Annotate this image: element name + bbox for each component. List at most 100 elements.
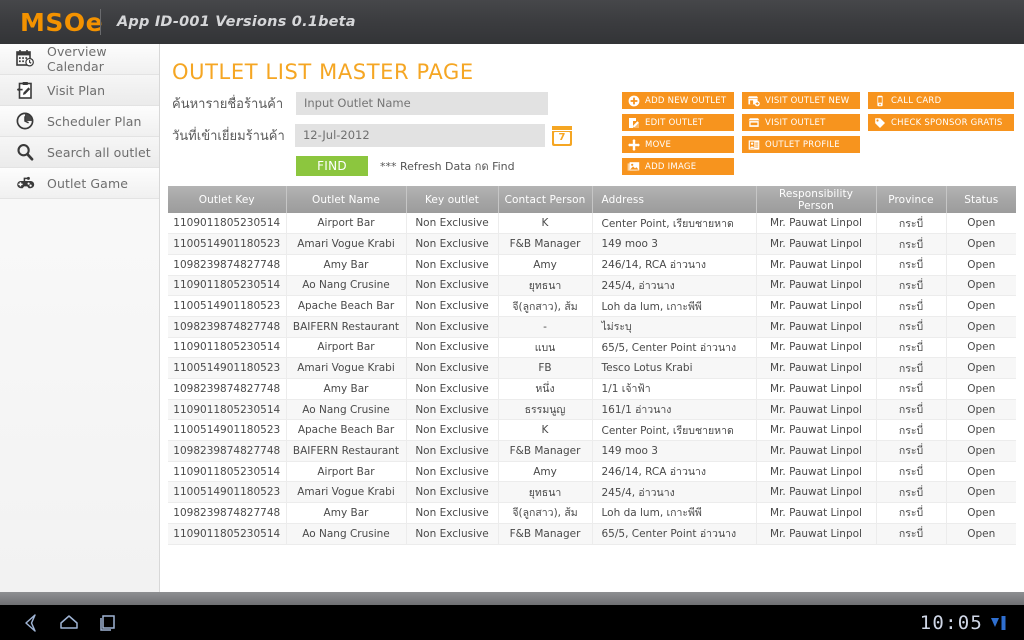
add-image-button[interactable]: ADD IMAGE xyxy=(622,158,734,175)
table-cell: จี(ลูกสาว), ส้ม xyxy=(498,502,593,524)
outlet-name-label: ค้นหารายชื่อร้านค้า xyxy=(172,97,284,112)
table-row[interactable]: 1100514901180523 Amari Vogue Krabi Non Exc… xyxy=(168,357,1016,379)
sidebar-item-outlet-game[interactable]: Outlet Game xyxy=(0,168,159,199)
column-header-responsibility-person[interactable]: Responsibility Person xyxy=(756,186,877,213)
outlet-name-row: ค้นหารายชื่อร้านค้า xyxy=(172,92,572,115)
table-cell: Mr. Pauwat Linpol xyxy=(756,275,877,297)
add-new-outlet-button[interactable]: ADD NEW OUTLET xyxy=(622,92,734,109)
sidebar-item-visit-plan[interactable]: Visit Plan xyxy=(0,75,159,106)
column-header-outlet-name[interactable]: Outlet Name xyxy=(286,186,407,213)
action-column-2: VISIT OUTLET NEW VISIT OUTLET OUTLET PRO… xyxy=(742,92,860,158)
table-cell: Mr. Pauwat Linpol xyxy=(756,481,877,504)
table-cell: Ao Nang Crusine xyxy=(286,275,407,297)
status-clock[interactable]: 10:05 xyxy=(920,612,983,634)
move-button[interactable]: MOVE xyxy=(622,136,734,153)
android-navigation-bar: 10:05 xyxy=(0,605,1024,640)
call-card-button[interactable]: CALL CARD xyxy=(868,92,1014,109)
recent-apps-icon[interactable] xyxy=(88,605,126,640)
table-row[interactable]: 1098239874827748 BAIFERN Restaurant Non Ex… xyxy=(168,316,1016,338)
sidebar-item-scheduler-plan[interactable]: Scheduler Plan xyxy=(0,106,159,137)
table-row[interactable]: 1109011805230514 Airport Bar Non Exclusive… xyxy=(168,461,1016,483)
table-cell: - xyxy=(498,316,593,338)
table-cell: F&B Manager xyxy=(498,233,593,255)
table-cell: Mr. Pauwat Linpol xyxy=(756,337,877,359)
table-cell: Amy xyxy=(498,254,593,276)
column-header-contact-person[interactable]: Contact Person xyxy=(498,186,593,213)
column-header-address[interactable]: Address xyxy=(592,186,757,213)
refresh-note: *** Refresh Data กด Find xyxy=(380,160,515,173)
table-cell: Amy xyxy=(498,461,593,483)
table-row[interactable]: 1098239874827748 Amy Bar Non Exclusive หนึ่… xyxy=(168,378,1016,400)
table-cell: 1109011805230514 xyxy=(168,275,287,297)
table-cell: Mr. Pauwat Linpol xyxy=(756,440,877,462)
column-header-status[interactable]: Status xyxy=(946,186,1016,213)
action-label: CHECK SPONSOR GRATIS xyxy=(891,117,1003,128)
back-arrow-icon[interactable] xyxy=(12,605,50,640)
table-row[interactable]: 1109011805230514 Ao Nang Crusine Non Exclu… xyxy=(168,523,1016,545)
id-card-icon xyxy=(747,138,760,151)
table-cell: 1098239874827748 xyxy=(168,440,287,462)
table-cell: 1100514901180523 xyxy=(168,419,287,442)
column-header-outlet-key[interactable]: Outlet Key xyxy=(168,186,287,213)
outlet-table-container: Outlet Key Outlet Name Key outlet Contac… xyxy=(168,186,1016,545)
table-cell: Non Exclusive xyxy=(406,233,499,255)
phone-icon xyxy=(873,94,886,107)
table-cell: Airport Bar xyxy=(286,461,407,483)
table-cell: Mr. Pauwat Linpol xyxy=(756,419,877,442)
move-cross-icon xyxy=(627,138,640,151)
table-cell: Open xyxy=(946,378,1016,400)
table-cell: K xyxy=(498,419,593,442)
outlet-profile-button[interactable]: OUTLET PROFILE xyxy=(742,136,860,153)
table-cell: กระบี่ xyxy=(876,378,947,400)
edit-outlet-button[interactable]: EDIT OUTLET xyxy=(622,114,734,131)
find-button[interactable]: FIND xyxy=(296,156,368,176)
table-cell: Open xyxy=(946,233,1016,255)
outlet-name-input[interactable] xyxy=(296,92,548,115)
table-cell: Non Exclusive xyxy=(406,357,499,379)
table-row[interactable]: 1109011805230514 Ao Nang Crusine Non Exclu… xyxy=(168,275,1016,297)
table-cell: Amari Vogue Krabi xyxy=(286,481,407,504)
table-row[interactable]: 1100514901180523 Apache Beach Bar Non Excl… xyxy=(168,295,1016,317)
sidebar-item-search-all-outlet[interactable]: Search all outlet xyxy=(0,137,159,168)
table-cell: Airport Bar xyxy=(286,213,407,235)
column-header-province[interactable]: Province xyxy=(876,186,947,213)
brand-divider xyxy=(100,9,101,35)
table-row[interactable]: 1098239874827748 BAIFERN Restaurant Non Ex… xyxy=(168,440,1016,462)
visit-outlet-button[interactable]: VISIT OUTLET xyxy=(742,114,860,131)
table-cell: Open xyxy=(946,357,1016,379)
table-cell: Open xyxy=(946,440,1016,462)
edit-document-icon xyxy=(627,116,640,129)
signal-indicators[interactable] xyxy=(990,614,1010,632)
table-row[interactable]: 1109011805230514 Airport Bar Non Exclusive… xyxy=(168,337,1016,359)
table-cell: F&B Manager xyxy=(498,440,593,462)
table-row[interactable]: 1100514901180523 Apache Beach Bar Non Excl… xyxy=(168,419,1016,442)
table-row[interactable]: 1109011805230514 Airport Bar Non Exclusive… xyxy=(168,213,1016,235)
table-cell: 65/5, Center Point อ่าวนาง xyxy=(592,523,757,545)
table-cell: 1098239874827748 xyxy=(168,316,287,338)
visit-date-input[interactable] xyxy=(294,124,545,147)
top-bar: MSOe App ID-001 Versions 0.1beta xyxy=(0,0,1024,44)
app-screen: MSOe App ID-001 Versions 0.1beta Overvie… xyxy=(0,0,1024,640)
table-cell: 161/1 อ่าวนาง xyxy=(592,399,757,421)
sidebar-item-label: Scheduler Plan xyxy=(47,113,142,129)
table-row[interactable]: 1098239874827748 Amy Bar Non Exclusive จี(ล… xyxy=(168,502,1016,524)
table-row[interactable]: 1100514901180523 Amari Vogue Krabi Non Exc… xyxy=(168,481,1016,504)
sidebar-item-overview-calendar[interactable]: Overview Calendar xyxy=(0,44,159,75)
table-cell: 1098239874827748 xyxy=(168,254,287,276)
table-row[interactable]: 1098239874827748 Amy Bar Non Exclusive Amy 2… xyxy=(168,254,1016,276)
table-cell: 65/5, Center Point อ่าวนาง xyxy=(592,337,757,359)
home-icon[interactable] xyxy=(50,605,88,640)
visit-outlet-new-button[interactable]: VISIT OUTLET NEW xyxy=(742,92,860,109)
table-row[interactable]: 1100514901180523 Amari Vogue Krabi Non Exc… xyxy=(168,233,1016,255)
table-cell: BAIFERN Restaurant xyxy=(286,440,407,462)
table-row[interactable]: 1109011805230514 Ao Nang Crusine Non Exclu… xyxy=(168,399,1016,421)
table-cell: 1109011805230514 xyxy=(168,523,287,545)
check-sponsor-gratis-button[interactable]: CHECK SPONSOR GRATIS xyxy=(868,114,1014,131)
table-cell: FB xyxy=(498,357,593,379)
column-header-key-outlet[interactable]: Key outlet xyxy=(406,186,499,213)
plus-circle-icon xyxy=(627,94,640,107)
calendar-picker-icon[interactable]: 7 xyxy=(552,123,572,146)
table-cell: Open xyxy=(946,523,1016,545)
table-cell: Mr. Pauwat Linpol xyxy=(756,316,877,338)
table-cell: Amari Vogue Krabi xyxy=(286,233,407,255)
